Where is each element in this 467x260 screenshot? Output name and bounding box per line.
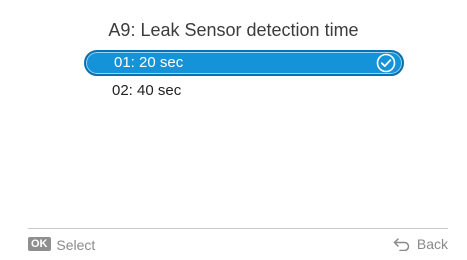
back-button[interactable]: Back bbox=[393, 236, 448, 252]
check-circle-icon bbox=[376, 53, 396, 73]
settings-screen: A9: Leak Sensor detection time 01: 20 se… bbox=[0, 0, 467, 260]
footer-bar: OK Select Back bbox=[28, 236, 448, 256]
option-item-40-sec[interactable]: 02: 40 sec bbox=[84, 78, 404, 104]
ok-key-badge: OK bbox=[28, 237, 51, 252]
footer-divider bbox=[28, 228, 448, 229]
option-item-20-sec[interactable]: 01: 20 sec bbox=[84, 50, 404, 76]
back-label: Back bbox=[416, 236, 448, 252]
option-list: 01: 20 sec 02: 40 sec bbox=[84, 50, 404, 106]
back-arrow-icon bbox=[393, 238, 410, 251]
option-label: 02: 40 sec bbox=[112, 82, 182, 99]
option-label: 01: 20 sec bbox=[114, 54, 184, 71]
select-hint: Select bbox=[56, 237, 96, 254]
page-title: A9: Leak Sensor detection time bbox=[108, 20, 359, 40]
